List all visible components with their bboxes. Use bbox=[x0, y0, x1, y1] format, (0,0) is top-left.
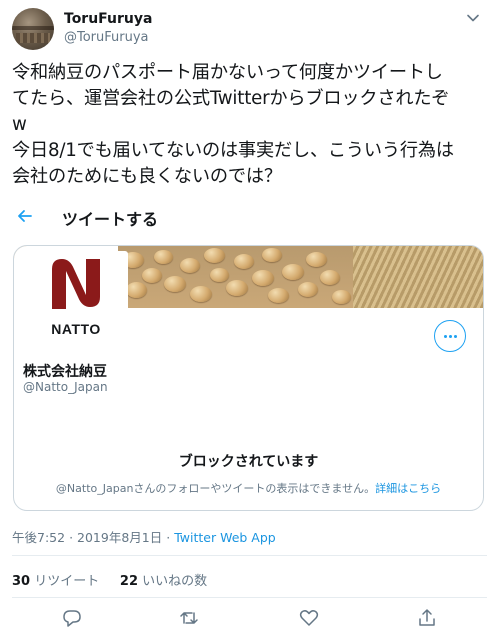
tweet-line: w bbox=[12, 114, 27, 135]
blocked-desc-text: @Natto_Japanさんのフォローやツイートの表示はできません。 bbox=[55, 482, 376, 495]
meta-separator: · bbox=[166, 530, 171, 545]
blocked-title: ブロックされています bbox=[178, 454, 319, 470]
company-name[interactable]: 株式会社納豆 bbox=[23, 361, 107, 381]
retweet-stat[interactable]: 30 リツイート bbox=[12, 574, 99, 589]
divider bbox=[12, 555, 487, 556]
tweet-actions bbox=[12, 608, 487, 632]
like-label: いいねの数 bbox=[142, 574, 208, 589]
more-options-icon[interactable] bbox=[434, 320, 466, 352]
tweet-line: てたら、運営会社の公式Twitterからブロックされたぞ bbox=[12, 88, 450, 109]
reply-icon[interactable] bbox=[62, 608, 82, 628]
chevron-down-icon[interactable] bbox=[465, 10, 481, 26]
company-avatar[interactable]: NATTO bbox=[36, 251, 128, 343]
avatar[interactable] bbox=[12, 8, 54, 50]
natto-logo-icon bbox=[48, 257, 104, 309]
meta-separator: · bbox=[69, 530, 74, 545]
tweet-action-label[interactable]: ツイートする bbox=[62, 206, 158, 230]
tweet-line: 会社のためにも良くないのでは？ bbox=[12, 166, 282, 187]
tweet-stats: 30 リツイート 22 いいねの数 bbox=[12, 570, 207, 589]
quoted-tweet-action[interactable]: ツイートする bbox=[12, 204, 212, 230]
tweet-line: 今日8/1でも届いてないのは事実だし、こういう行為は bbox=[12, 140, 454, 161]
share-icon[interactable] bbox=[417, 608, 437, 628]
retweet-count: 30 bbox=[12, 574, 31, 589]
tweet-text: 令和納豆のパスポート届かないって何度かツイートし てたら、運営会社の公式Twit… bbox=[12, 60, 487, 190]
like-stat[interactable]: 22 いいねの数 bbox=[120, 574, 207, 589]
author-name[interactable]: ToruFuruya bbox=[64, 11, 152, 27]
tweet-line: 令和納豆のパスポート届かないって何度かツイートし bbox=[12, 62, 443, 83]
tweet-header: ToruFuruya @ToruFuruya bbox=[12, 8, 487, 52]
like-count: 22 bbox=[119, 574, 139, 589]
tweet-time[interactable]: 午後7:52 bbox=[12, 530, 65, 545]
blocked-description: @Natto_Japanさんのフォローやツイートの表示はできません。詳細はこちら bbox=[14, 480, 483, 496]
tweet-source-app[interactable]: Twitter Web App bbox=[174, 530, 276, 545]
blocked-profile-card: NATTO 株式会社納豆 @Natto_Japan ブロックされています @Na… bbox=[13, 245, 484, 511]
company-handle: @Natto_Japan bbox=[23, 380, 108, 394]
learn-more-link[interactable]: 詳細はこちら bbox=[375, 482, 441, 495]
tweet-date[interactable]: 2019年8月1日 bbox=[77, 530, 162, 545]
retweet-label: リツイート bbox=[34, 574, 100, 589]
logo-text: NATTO bbox=[51, 321, 101, 337]
like-icon[interactable] bbox=[299, 608, 319, 628]
author-handle[interactable]: @ToruFuruya bbox=[64, 30, 149, 45]
tweet-metadata: 午後7:52 · 2019年8月1日 · Twitter Web App bbox=[12, 527, 276, 546]
back-arrow-icon[interactable] bbox=[16, 207, 34, 225]
divider bbox=[12, 597, 487, 598]
retweet-icon[interactable] bbox=[179, 608, 199, 628]
